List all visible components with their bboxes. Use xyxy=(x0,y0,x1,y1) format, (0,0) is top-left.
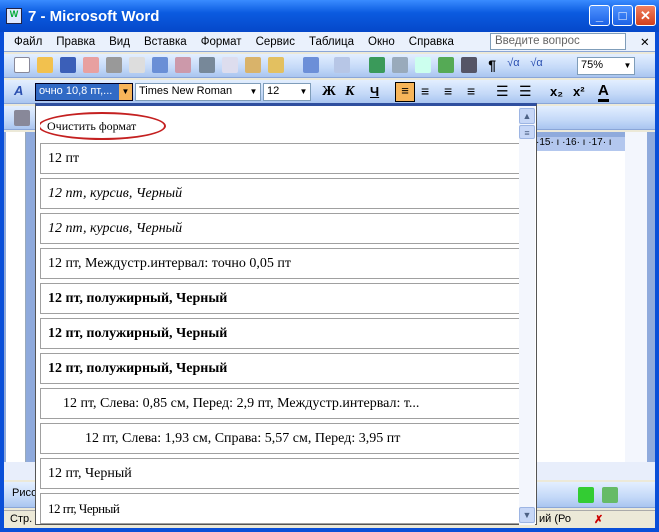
numbering-icon[interactable]: ☰ xyxy=(496,83,509,100)
superscript-button[interactable]: x² xyxy=(573,84,585,99)
style-item[interactable]: 12 пт, полужирный, Черный xyxy=(40,283,521,314)
align-center-button[interactable]: ≡ xyxy=(421,83,429,99)
hyperlink-icon[interactable] xyxy=(368,57,385,73)
menu-edit[interactable]: Правка xyxy=(56,36,95,48)
standard-toolbar: ¶ √α √α 75% ▼ xyxy=(4,54,655,78)
status-language: ий (Ро xyxy=(539,513,571,525)
chevron-down-icon: ▼ xyxy=(623,61,632,70)
clear-format-item[interactable]: Очистить формат xyxy=(40,111,521,141)
font-select[interactable]: Times New Roman ▼ xyxy=(135,83,261,101)
paste-icon[interactable] xyxy=(244,57,261,73)
menu-help[interactable]: Справка xyxy=(409,36,454,48)
cut-icon[interactable] xyxy=(198,57,215,73)
italic-button[interactable]: К xyxy=(345,84,355,100)
title-bar: W 7 - Microsoft Word _ □ ✕ xyxy=(0,0,659,32)
status-page: Стр. xyxy=(10,513,33,525)
dropdown-scrollbar[interactable]: ▲ ≡ ▼ xyxy=(519,106,535,525)
scroll-thumb[interactable]: ≡ xyxy=(519,125,535,139)
vertical-scrollbar[interactable] xyxy=(625,132,647,462)
style-item[interactable]: 12 пт xyxy=(40,143,521,174)
style-item[interactable]: 12 пт, Черный xyxy=(40,458,521,489)
drawing-menu[interactable]: Рисо xyxy=(12,487,37,499)
tables-borders-icon[interactable] xyxy=(391,57,408,73)
menu-view[interactable]: Вид xyxy=(109,36,130,48)
subscript-button[interactable]: x₂ xyxy=(550,84,563,99)
style-item[interactable]: 12 пт, полужирный, Черный xyxy=(40,318,521,349)
menu-file[interactable]: Файл xyxy=(14,36,42,48)
style-item[interactable]: 12 пт, Черный xyxy=(40,493,521,524)
research-icon[interactable] xyxy=(175,57,192,73)
scroll-up-button[interactable]: ▲ xyxy=(519,108,535,124)
style-item[interactable]: 12 пт, полужирный, Черный xyxy=(40,353,521,384)
show-formatting-icon[interactable]: ¶ xyxy=(484,57,500,73)
style-item[interactable]: 12 пт, Междустр.интервал: точно 0,05 пт xyxy=(40,248,521,279)
shadow-icon[interactable] xyxy=(578,487,594,503)
style-select[interactable]: очно 10,8 пт,... ▼ xyxy=(35,83,133,101)
font-color-button[interactable]: A xyxy=(598,82,609,102)
menu-format[interactable]: Формат xyxy=(201,36,242,48)
3d-icon[interactable] xyxy=(602,487,618,503)
align-right-button[interactable]: ≡ xyxy=(444,83,452,99)
style-item[interactable]: 12 пт, курсив, Черный xyxy=(40,178,521,209)
save-icon[interactable] xyxy=(60,57,77,73)
vertical-ruler xyxy=(6,132,26,462)
style-item[interactable]: 12 пт, Слева: 1,93 см, Справа: 5,57 см, … xyxy=(40,423,521,454)
print-preview-icon[interactable] xyxy=(129,57,146,73)
horizontal-ruler: ·15· ı ·16· ı ·17· ı xyxy=(524,137,625,151)
open-icon[interactable] xyxy=(37,57,54,73)
chevron-down-icon: ▼ xyxy=(299,87,308,96)
close-button[interactable]: ✕ xyxy=(635,5,656,26)
menu-bar: Файл Правка Вид Вставка Формат Сервис Та… xyxy=(4,32,655,52)
page xyxy=(524,151,625,462)
equation-icon[interactable]: √α xyxy=(507,57,523,73)
close-doc-button[interactable]: ✕ xyxy=(640,35,650,49)
assistant-icon[interactable] xyxy=(14,110,30,126)
spelling-status-icon: ✗ xyxy=(594,514,604,526)
align-left-button[interactable]: ≡ xyxy=(395,82,415,102)
menu-insert[interactable]: Вставка xyxy=(144,36,187,48)
new-icon[interactable] xyxy=(14,57,30,73)
menu-tools[interactable]: Сервис xyxy=(256,36,295,48)
insert-table-icon[interactable] xyxy=(415,57,431,73)
word-icon: W xyxy=(6,8,22,24)
menu-table[interactable]: Таблица xyxy=(309,36,354,48)
redo-icon[interactable] xyxy=(333,57,350,73)
format-painter-icon[interactable] xyxy=(267,57,284,73)
font-size-select[interactable]: 12 ▼ xyxy=(263,83,311,101)
scroll-down-button[interactable]: ▼ xyxy=(519,507,535,523)
equation2-icon[interactable]: √α xyxy=(530,57,546,73)
style-item[interactable]: 12 пт, курсив, Черный xyxy=(40,213,521,244)
window-title: 7 - Microsoft Word xyxy=(28,7,160,25)
style-dropdown: Очистить формат 12 пт 12 пт, курсив, Черн… xyxy=(35,103,537,525)
style-item[interactable]: 12 пт, Слева: 0,85 см, Перед: 2,9 пт, Ме… xyxy=(40,388,521,419)
highlight-ellipse xyxy=(40,112,166,140)
columns-icon[interactable] xyxy=(461,57,478,73)
print-icon[interactable] xyxy=(106,57,123,73)
underline-button[interactable]: Ч xyxy=(370,84,379,99)
menu-window[interactable]: Окно xyxy=(368,36,395,48)
maximize-button[interactable]: □ xyxy=(612,5,633,26)
justify-button[interactable]: ≡ xyxy=(467,83,475,99)
bullets-icon[interactable]: ☰ xyxy=(519,83,532,100)
ask-question-input[interactable]: Введите вопрос xyxy=(490,33,626,50)
styles-pane-icon[interactable]: A xyxy=(14,83,23,98)
spelling-icon[interactable] xyxy=(152,57,169,73)
chevron-down-icon: ▼ xyxy=(249,87,258,96)
insert-excel-icon[interactable] xyxy=(438,57,455,73)
undo-icon[interactable] xyxy=(302,57,319,73)
zoom-select[interactable]: 75% ▼ xyxy=(577,57,635,75)
chevron-down-icon[interactable]: ▼ xyxy=(119,84,132,100)
minimize-button[interactable]: _ xyxy=(589,5,610,26)
bold-button[interactable]: Ж xyxy=(322,84,336,100)
permission-icon[interactable] xyxy=(83,57,100,73)
formatting-toolbar: A очно 10,8 пт,... ▼ Times New Roman ▼ 12 ▼… xyxy=(4,80,655,104)
copy-icon[interactable] xyxy=(221,57,238,73)
